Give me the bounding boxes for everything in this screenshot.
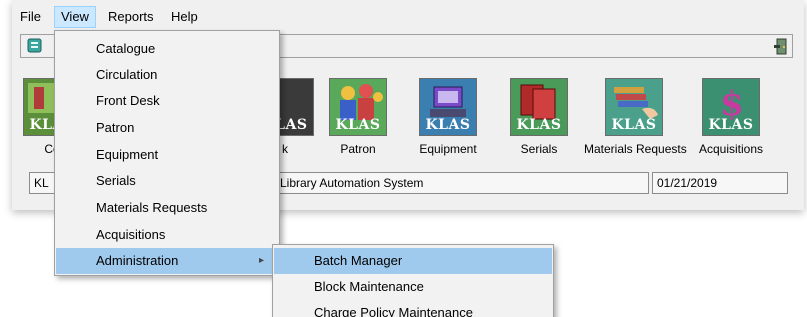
module-materials-requests[interactable]: KLAS Materials Requests (584, 78, 687, 156)
view-menu-item-serials[interactable]: Serials (56, 168, 278, 194)
view-menu-item-administration[interactable]: Administration ▸ (56, 248, 278, 274)
menu-bar: File View Reports Help (12, 6, 804, 28)
acquisitions-icon: $ KLAS (702, 78, 760, 136)
status-system-name: Library Automation System (275, 172, 649, 194)
module-serials[interactable]: KLAS Serials (489, 78, 589, 156)
submenu-item-charge-policy-maintenance[interactable]: Charge Policy Maintenance (274, 300, 552, 317)
module-acquisitions[interactable]: $ KLAS Acquisitions (681, 78, 781, 156)
menu-reports[interactable]: Reports (102, 6, 160, 28)
klas-badge: KLAS (611, 117, 657, 133)
module-equipment[interactable]: KLAS Equipment (398, 78, 498, 156)
view-menu-item-equipment[interactable]: Equipment (56, 142, 278, 168)
equipment-icon: KLAS (419, 78, 477, 136)
view-menu-item-catalogue[interactable]: Catalogue (56, 36, 278, 62)
module-label: Serials (520, 142, 558, 156)
view-menu-item-front-desk[interactable]: Front Desk (56, 88, 278, 114)
submenu-item-batch-manager[interactable]: Batch Manager (274, 248, 552, 274)
view-menu-dropdown: Catalogue Circulation Front Desk Patron … (54, 30, 280, 276)
klas-badge: KLAS (335, 117, 381, 133)
menu-file[interactable]: File (14, 6, 47, 28)
submenu-arrow-icon: ▸ (258, 255, 264, 266)
module-label: Acquisitions (698, 142, 764, 156)
submenu-item-block-maintenance[interactable]: Block Maintenance (274, 274, 552, 300)
administration-label: Administration (96, 253, 179, 268)
view-menu-item-acquisitions[interactable]: Acquisitions (56, 222, 278, 248)
patron-icon: KLAS (329, 78, 387, 136)
klas-badge: KLAS (516, 117, 562, 133)
module-patron[interactable]: KLAS Patron (308, 78, 408, 156)
module-label: Materials Requests (584, 142, 687, 156)
document-icon[interactable] (26, 38, 44, 54)
status-date: 01/21/2019 (652, 172, 788, 194)
menu-view[interactable]: View (54, 6, 96, 28)
menu-help[interactable]: Help (165, 6, 204, 28)
module-label: Equipment (419, 142, 477, 156)
exit-door-icon[interactable] (773, 38, 789, 56)
view-menu-item-circulation[interactable]: Circulation (56, 62, 278, 88)
klas-badge: KLAS (425, 117, 471, 133)
materials-requests-icon: KLAS (605, 78, 663, 136)
module-label: Patron (340, 142, 376, 156)
administration-submenu: Batch Manager Block Maintenance Charge P… (272, 244, 554, 317)
klas-badge: KLAS (708, 117, 754, 133)
view-menu-item-patron[interactable]: Patron (56, 115, 278, 141)
view-menu-item-materials-requests[interactable]: Materials Requests (56, 195, 278, 221)
serials-icon: KLAS (510, 78, 568, 136)
